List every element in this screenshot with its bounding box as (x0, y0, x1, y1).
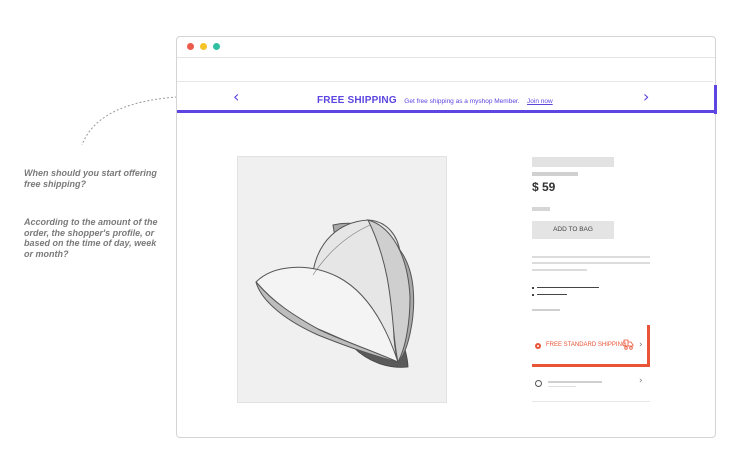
chevron-right-icon[interactable]: › (643, 87, 649, 106)
annotation-question: When should you start offering free ship… (24, 168, 157, 189)
banner-accent-bar (714, 85, 717, 114)
baseball-cap-icon (255, 219, 415, 368)
feature-line (537, 287, 599, 288)
product-title-placeholder (532, 157, 614, 167)
product-image[interactable] (237, 156, 447, 403)
add-to-bag-button[interactable]: ADD TO BAG (532, 221, 614, 239)
close-window-dot[interactable] (187, 43, 194, 50)
description-line (532, 256, 650, 258)
banner-message: FREE SHIPPING Get free shipping as a mys… (317, 90, 553, 108)
product-price: $ 59 (532, 180, 556, 194)
join-now-link[interactable]: Join now (527, 98, 553, 105)
selected-radio-icon (535, 343, 541, 349)
list-bullet (532, 287, 534, 289)
radio-icon[interactable] (535, 380, 542, 387)
promo-banner: ‹ FREE SHIPPING Get free shipping as a m… (177, 81, 717, 114)
option-divider (532, 401, 650, 402)
free-shipping-option[interactable]: FREE STANDARD SHIPPING › (532, 325, 650, 367)
truck-icon (623, 339, 634, 350)
shipping-option-row[interactable]: › (532, 376, 650, 401)
option-label-placeholder (548, 381, 602, 383)
description-line (532, 262, 650, 264)
chevron-left-icon[interactable]: ‹ (233, 87, 239, 106)
feature-line (537, 294, 567, 295)
banner-subtext: Get free shipping as a myshop Member. (404, 98, 520, 105)
free-shipping-label: FREE STANDARD SHIPPING (546, 342, 627, 348)
minimize-window-dot[interactable] (200, 43, 207, 50)
size-placeholder (532, 207, 550, 211)
annotation-answer: According to the amount of the order, th… (24, 217, 158, 259)
chevron-right-icon: › (639, 376, 643, 386)
option-sublabel-placeholder (548, 386, 576, 387)
maximize-window-dot[interactable] (213, 43, 220, 50)
chevron-right-icon: › (639, 340, 643, 350)
list-bullet (532, 294, 534, 296)
description-line (532, 269, 587, 271)
banner-headline: FREE SHIPPING (317, 95, 397, 106)
option-header-placeholder (532, 309, 560, 311)
browser-window: ‹ FREE SHIPPING Get free shipping as a m… (176, 36, 717, 438)
browser-titlebar (177, 37, 715, 58)
product-subtitle-placeholder (532, 172, 578, 176)
